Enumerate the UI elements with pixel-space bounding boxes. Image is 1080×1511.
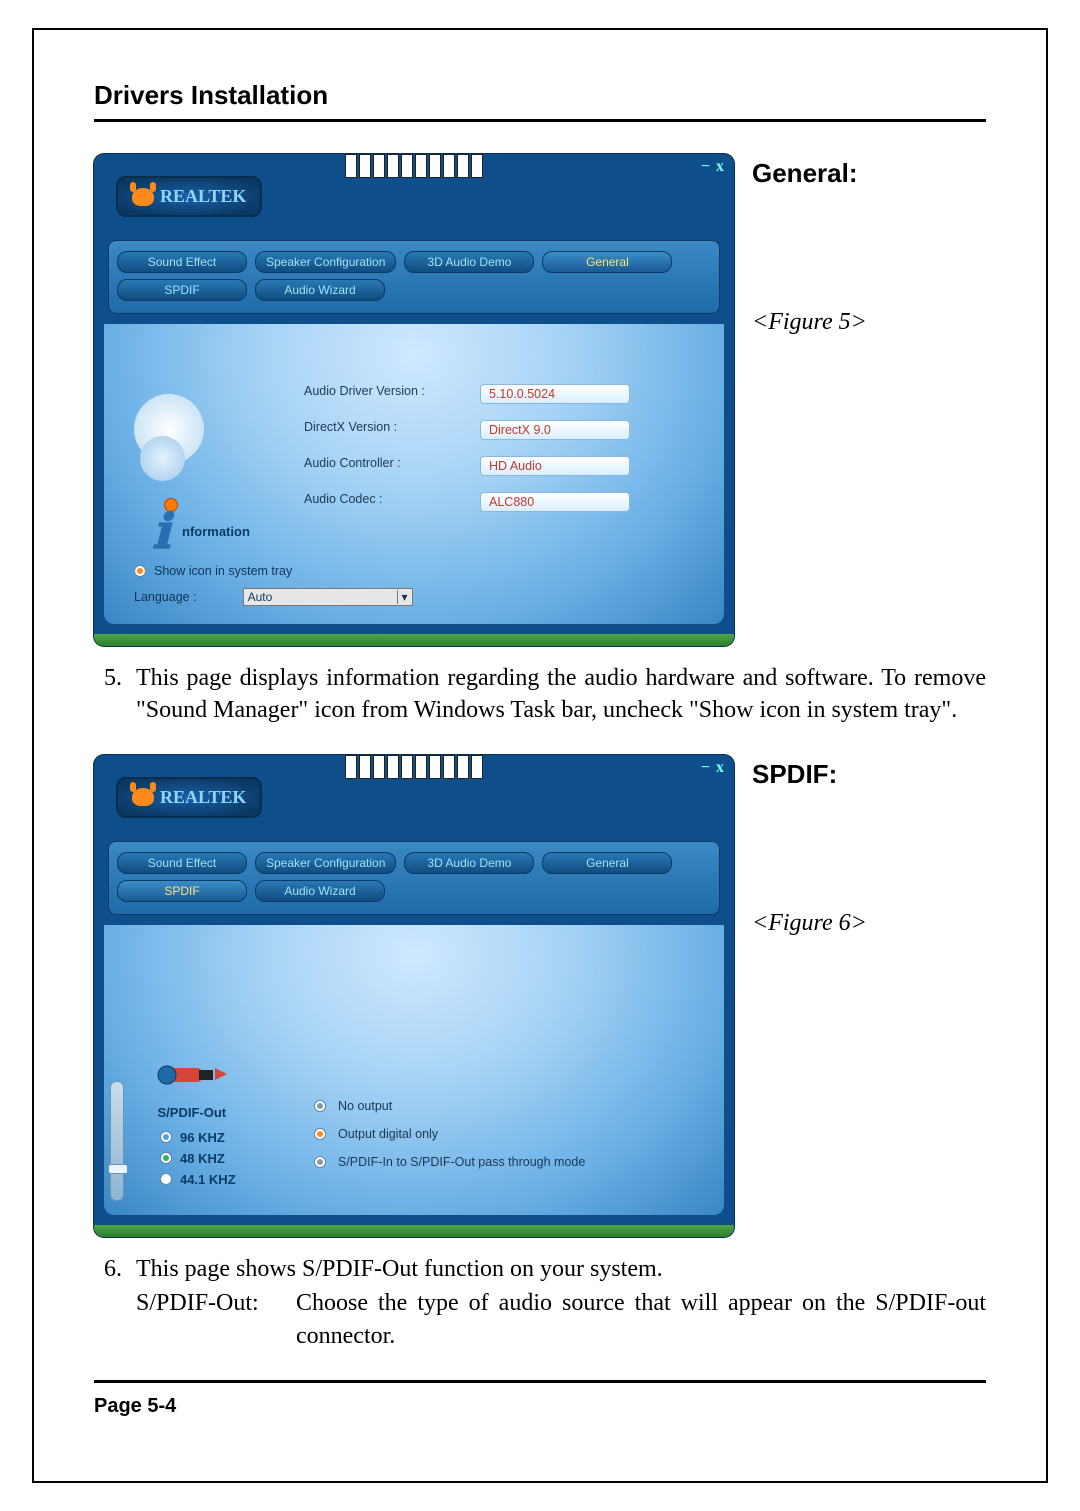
language-label: Language : [134,590,197,604]
audio-codec-label: Audio Codec : [304,492,474,512]
list-item-5: 5. This page displays information regard… [94,662,986,727]
crab-icon [132,188,154,206]
tab-3d-audio-demo[interactable]: 3D Audio Demo [404,852,534,874]
grass-decor [94,634,734,646]
section-title: Drivers Installation [94,80,986,122]
tab-audio-wizard[interactable]: Audio Wizard [255,279,385,301]
close-button[interactable]: x [716,759,724,777]
rate-48-radio[interactable] [160,1152,172,1164]
tab-sound-effect[interactable]: Sound Effect [117,251,247,273]
rate-441-label: 44.1 KHZ [180,1172,236,1187]
minimize-button[interactable]: − [701,158,710,176]
language-value: Auto [248,590,273,604]
crab-icon [132,788,154,806]
no-output-radio[interactable] [314,1100,326,1112]
directx-version-value: DirectX 9.0 [480,420,630,440]
no-output-label: No output [338,1099,392,1113]
audio-codec-value: ALC880 [480,492,630,512]
realtek-general-window: − x REALTEK Sound Effect Speaker Configu… [94,154,734,646]
slider-knob[interactable] [108,1164,128,1174]
piano-keys-decor [344,755,484,779]
page-number: Page 5-4 [94,1395,986,1418]
tab-bar: Sound Effect Speaker Configuration 3D Au… [108,841,720,915]
rate-96-label: 96 KHZ [180,1130,225,1145]
list-text-5: This page displays information regarding… [136,662,986,727]
spdif-out-term: S/PDIF-Out: [136,1287,296,1352]
digital-only-radio[interactable] [314,1128,326,1140]
realtek-spdif-window: − x REALTEK Sound Effect Speaker Configu… [94,755,734,1237]
tab-bar: Sound Effect Speaker Configuration 3D Au… [108,240,720,314]
rca-connector-icon [157,1054,227,1094]
rate-441-radio[interactable] [160,1173,172,1185]
tab-audio-wizard[interactable]: Audio Wizard [255,880,385,902]
general-bottom-options: Show icon in system tray Language : Auto… [134,554,413,606]
rate-96-radio[interactable] [160,1131,172,1143]
realtek-logo-badge: REALTEK [116,176,262,217]
brand-text: REALTEK [160,186,246,207]
audio-controller-value: HD Audio [480,456,630,476]
tray-icon-radio[interactable] [134,565,146,577]
realtek-logo-badge: REALTEK [116,777,262,818]
tab-spdif[interactable]: SPDIF [117,880,247,902]
figure6-title: SPDIF: [752,759,902,790]
information-icon: ℹ nformation [134,394,204,464]
info-grid: Audio Driver Version : 5.10.0.5024 Direc… [304,384,630,512]
rate-48-label: 48 KHZ [180,1151,225,1166]
page-frame: Drivers Installation − x REALTEK Sound E… [32,28,1048,1483]
tab-general[interactable]: General [542,852,672,874]
spdif-out-label: S/PDIF-Out [148,1105,236,1120]
spdif-panel: S/PDIF-Out 96 KHZ 48 KHZ 44.1 KHZ No out… [104,925,724,1215]
figure6-caption: <Figure 6> [752,910,902,937]
digital-only-label: Output digital only [338,1127,438,1141]
minimize-button[interactable]: − [701,759,710,777]
sample-rate-list: 96 KHZ 48 KHZ 44.1 KHZ [148,1130,236,1187]
figure6-block: − x REALTEK Sound Effect Speaker Configu… [94,755,986,1237]
driver-version-value: 5.10.0.5024 [480,384,630,404]
vertical-slider[interactable] [110,1081,124,1201]
piano-keys-decor [344,154,484,178]
passthrough-radio[interactable] [314,1156,326,1168]
passthrough-label: S/PDIF-In to S/PDIF-Out pass through mod… [338,1155,585,1169]
list-num-5: 5. [94,662,122,727]
language-select[interactable]: Auto ▾ [243,588,413,606]
spdif-mode-options: No output Output digital only S/PDIF-In … [314,1085,674,1183]
tab-3d-audio-demo[interactable]: 3D Audio Demo [404,251,534,273]
brand-text: REALTEK [160,787,246,808]
list-item-6: 6. This page shows S/PDIF-Out function o… [94,1253,986,1352]
tray-icon-label: Show icon in system tray [154,564,292,578]
list-num-6: 6. [94,1253,122,1352]
list-text-6-line1: This page shows S/PDIF-Out function on y… [136,1253,986,1285]
tab-speaker-config[interactable]: Speaker Configuration [255,852,396,874]
audio-controller-label: Audio Controller : [304,456,474,476]
tab-general[interactable]: General [542,251,672,273]
spdif-out-def: Choose the type of audio source that wil… [296,1287,986,1352]
grass-decor [94,1225,734,1237]
general-panel: ℹ nformation Audio Driver Version : 5.10… [104,324,724,624]
directx-version-label: DirectX Version : [304,420,474,440]
figure5-title: General: [752,158,902,189]
close-button[interactable]: x [716,158,724,176]
information-label: nformation [182,524,250,539]
figure5-caption: <Figure 5> [752,309,902,336]
tab-speaker-config[interactable]: Speaker Configuration [255,251,396,273]
chevron-down-icon: ▾ [397,590,408,604]
spdif-out-section: S/PDIF-Out 96 KHZ 48 KHZ 44.1 KHZ [148,1054,236,1193]
tab-spdif[interactable]: SPDIF [117,279,247,301]
figure5-block: − x REALTEK Sound Effect Speaker Configu… [94,154,986,646]
tab-sound-effect[interactable]: Sound Effect [117,852,247,874]
footer-rule: Page 5-4 [94,1380,986,1418]
driver-version-label: Audio Driver Version : [304,384,474,404]
